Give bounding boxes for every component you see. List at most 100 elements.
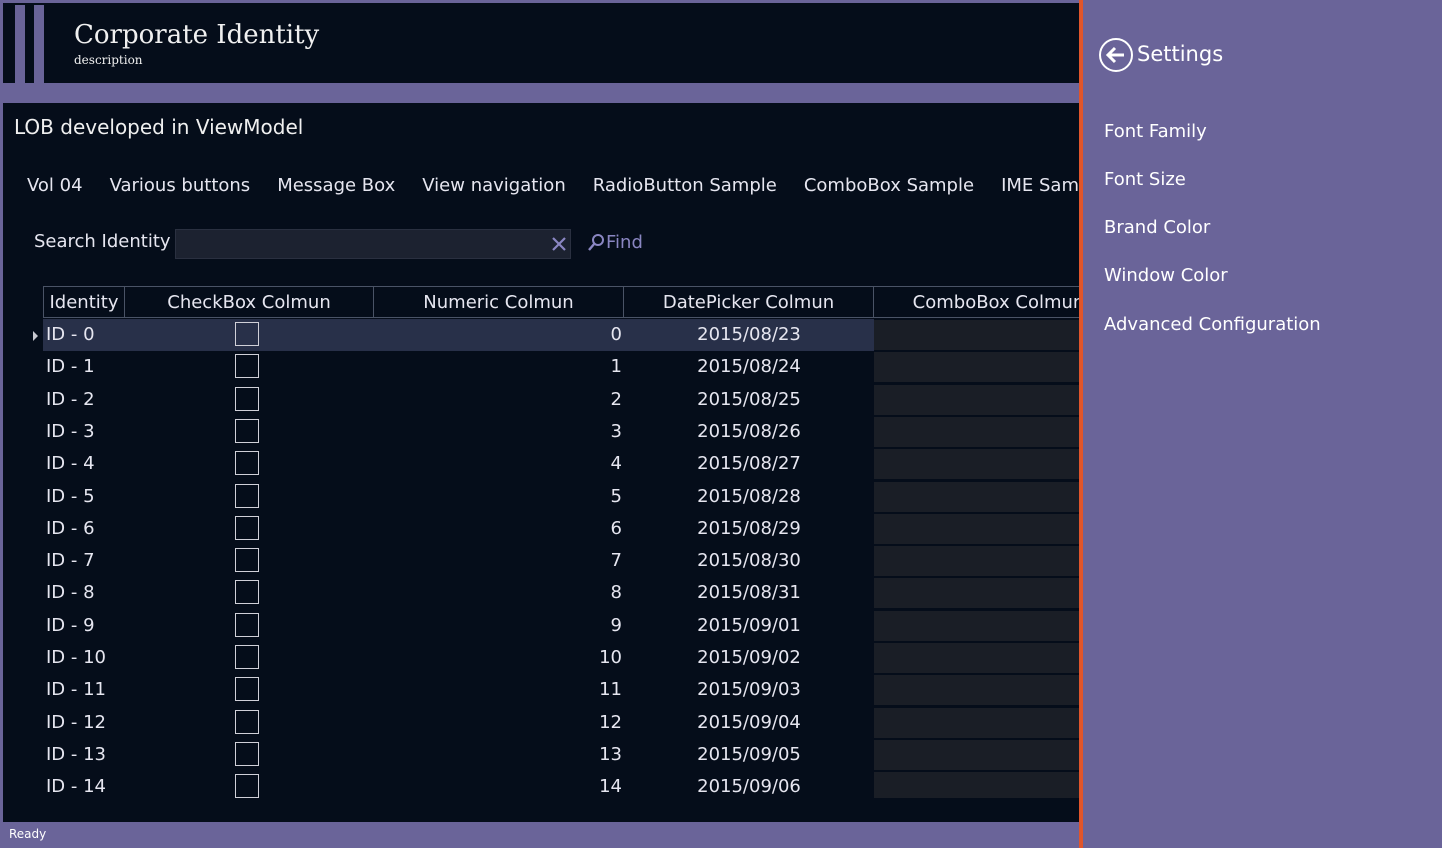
- clear-search-button[interactable]: [548, 232, 570, 256]
- cell-date[interactable]: 2015/09/04: [624, 712, 874, 733]
- cell-numeric[interactable]: 8: [374, 582, 622, 603]
- table-row[interactable]: ID - 12 12 2015/09/04: [43, 707, 1080, 739]
- table-row[interactable]: ID - 10 10 2015/09/02: [43, 642, 1080, 674]
- cell-numeric[interactable]: 12: [374, 712, 622, 733]
- cell-combobox[interactable]: [874, 675, 1080, 706]
- tab-message-box[interactable]: Message Box: [277, 175, 395, 205]
- tab-various-buttons[interactable]: Various buttons: [110, 175, 251, 205]
- tab-combobox-sample[interactable]: ComboBox Sample: [804, 175, 974, 205]
- cell-numeric[interactable]: 1: [374, 356, 622, 377]
- row-checkbox[interactable]: [235, 548, 259, 573]
- cell-combobox[interactable]: [874, 707, 1080, 738]
- row-checkbox[interactable]: [235, 386, 259, 411]
- cell-combobox[interactable]: [874, 610, 1080, 641]
- row-checkbox[interactable]: [235, 741, 259, 766]
- cell-date[interactable]: 2015/09/03: [624, 679, 874, 700]
- table-row[interactable]: ID - 6 6 2015/08/29: [43, 513, 1080, 545]
- cell-combobox[interactable]: [874, 578, 1080, 609]
- settings-item-brand-color[interactable]: Brand Color: [1104, 217, 1210, 238]
- cell-date[interactable]: 2015/08/30: [624, 550, 874, 571]
- cell-combobox[interactable]: [874, 772, 1080, 798]
- row-checkbox[interactable]: [235, 322, 259, 346]
- tab-vol-04[interactable]: Vol 04: [27, 175, 83, 205]
- cell-combobox[interactable]: [874, 384, 1080, 415]
- cell-numeric[interactable]: 0: [374, 324, 622, 345]
- column-header-identity[interactable]: Identity: [43, 286, 125, 318]
- cell-date[interactable]: 2015/08/23: [624, 324, 874, 345]
- row-checkbox[interactable]: [235, 677, 259, 702]
- row-checkbox[interactable]: [235, 645, 259, 669]
- search-label: Search Identity: [34, 231, 171, 252]
- cell-combobox[interactable]: [874, 416, 1080, 447]
- find-button[interactable]: Find: [587, 232, 643, 253]
- table-row[interactable]: ID - 2 2 2015/08/25: [43, 384, 1080, 416]
- cell-date[interactable]: 2015/09/05: [624, 744, 874, 765]
- table-row[interactable]: ID - 4 4 2015/08/27: [43, 448, 1080, 480]
- cell-numeric[interactable]: 5: [374, 486, 622, 507]
- cell-numeric[interactable]: 4: [374, 453, 622, 474]
- table-row[interactable]: ID - 14 14 2015/09/06: [43, 771, 1080, 798]
- cell-date[interactable]: 2015/08/31: [624, 582, 874, 603]
- row-checkbox[interactable]: [235, 612, 259, 637]
- cell-numeric[interactable]: 10: [374, 647, 622, 668]
- cell-combobox[interactable]: [874, 481, 1080, 512]
- column-header-combobox[interactable]: ComboBox Colmun: [874, 286, 1080, 318]
- cell-identity: ID - 2: [46, 388, 95, 410]
- cell-combobox[interactable]: [874, 643, 1080, 673]
- settings-item-font-family[interactable]: Font Family: [1104, 121, 1207, 142]
- row-checkbox[interactable]: [235, 774, 259, 798]
- row-checkbox[interactable]: [235, 418, 259, 443]
- status-text: Ready: [9, 827, 47, 841]
- column-header-numeric[interactable]: Numeric Colmun: [374, 286, 624, 318]
- cell-combobox[interactable]: [874, 513, 1080, 544]
- cell-combobox[interactable]: [874, 352, 1080, 383]
- settings-item-font-size[interactable]: Font Size: [1104, 169, 1186, 190]
- table-row[interactable]: ID - 13 13 2015/09/05: [43, 739, 1080, 771]
- table-row[interactable]: ID - 9 9 2015/09/01: [43, 610, 1080, 642]
- table-row[interactable]: ID - 0 0 2015/08/23: [43, 319, 1080, 351]
- table-row[interactable]: ID - 8 8 2015/08/31: [43, 577, 1080, 609]
- cell-date[interactable]: 2015/08/24: [624, 356, 874, 377]
- table-row[interactable]: ID - 1 1 2015/08/24: [43, 351, 1080, 383]
- row-checkbox[interactable]: [235, 580, 259, 605]
- cell-date[interactable]: 2015/08/28: [624, 486, 874, 507]
- tab-ime-sample[interactable]: IME Sample: [1001, 175, 1080, 205]
- table-row[interactable]: ID - 11 11 2015/09/03: [43, 674, 1080, 706]
- cell-combobox[interactable]: [874, 320, 1080, 350]
- row-checkbox[interactable]: [235, 483, 259, 508]
- column-header-checkbox[interactable]: CheckBox Colmun: [125, 286, 374, 318]
- table-row[interactable]: ID - 5 5 2015/08/28: [43, 481, 1080, 513]
- cell-numeric[interactable]: 9: [374, 615, 622, 636]
- cell-combobox[interactable]: [874, 449, 1080, 480]
- cell-numeric[interactable]: 11: [374, 679, 622, 700]
- cell-numeric[interactable]: 2: [374, 389, 622, 410]
- row-checkbox[interactable]: [235, 709, 259, 734]
- tab-radiobutton-sample[interactable]: RadioButton Sample: [593, 175, 777, 205]
- cell-date[interactable]: 2015/08/29: [624, 518, 874, 539]
- table-row[interactable]: ID - 3 3 2015/08/26: [43, 416, 1080, 448]
- cell-numeric[interactable]: 14: [374, 776, 622, 797]
- cell-date[interactable]: 2015/09/01: [624, 615, 874, 636]
- cell-numeric[interactable]: 6: [374, 518, 622, 539]
- cell-numeric[interactable]: 13: [374, 744, 622, 765]
- row-checkbox[interactable]: [235, 515, 259, 540]
- cell-date[interactable]: 2015/09/06: [624, 776, 874, 797]
- cell-numeric[interactable]: 3: [374, 421, 622, 442]
- cell-combobox[interactable]: [874, 739, 1080, 770]
- row-checkbox[interactable]: [235, 354, 259, 379]
- cell-identity: ID - 14: [46, 776, 107, 798]
- cell-combobox[interactable]: [874, 546, 1080, 577]
- cell-numeric[interactable]: 7: [374, 550, 622, 571]
- search-input[interactable]: [175, 229, 571, 259]
- settings-item-window-color[interactable]: Window Color: [1104, 265, 1228, 286]
- cell-date[interactable]: 2015/08/26: [624, 421, 874, 442]
- cell-date[interactable]: 2015/09/02: [624, 647, 874, 668]
- cell-date[interactable]: 2015/08/27: [624, 453, 874, 474]
- row-checkbox[interactable]: [235, 451, 259, 476]
- tab-view-navigation[interactable]: View navigation: [422, 175, 565, 205]
- cell-date[interactable]: 2015/08/25: [624, 389, 874, 410]
- column-header-datepicker[interactable]: DatePicker Colmun: [624, 286, 874, 318]
- table-row[interactable]: ID - 7 7 2015/08/30: [43, 545, 1080, 577]
- back-button[interactable]: [1098, 37, 1134, 73]
- settings-item-advanced-configuration[interactable]: Advanced Configuration: [1104, 314, 1321, 335]
